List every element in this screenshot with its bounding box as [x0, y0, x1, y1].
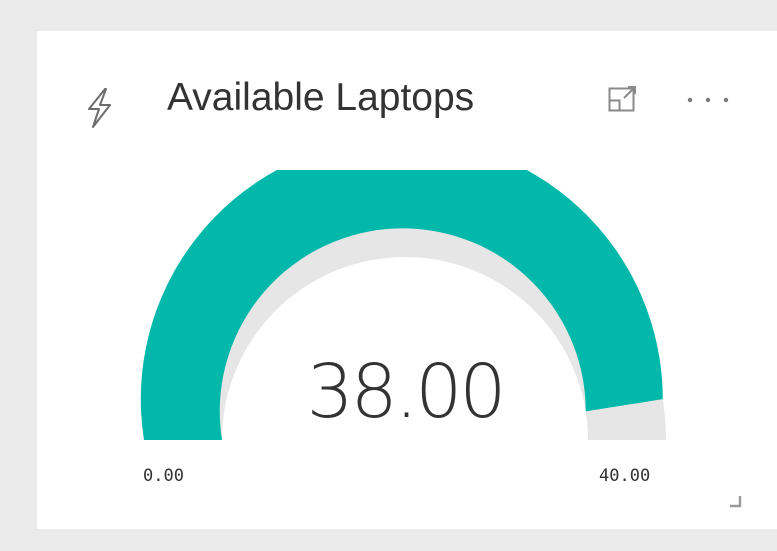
resize-handle-icon[interactable]	[728, 494, 742, 508]
more-options-icon[interactable]	[682, 90, 734, 110]
dashboard-background: Available Laptops 38.00 0.00 40.00	[0, 0, 777, 551]
gauge-max-label: 40.00	[599, 466, 651, 486]
lightning-icon	[88, 88, 111, 128]
gauge-value: 38.00	[306, 349, 507, 435]
gauge-min-label: 0.00	[143, 466, 184, 486]
tile-title: Available Laptops	[167, 76, 475, 119]
focus-mode-icon[interactable]	[608, 85, 638, 113]
